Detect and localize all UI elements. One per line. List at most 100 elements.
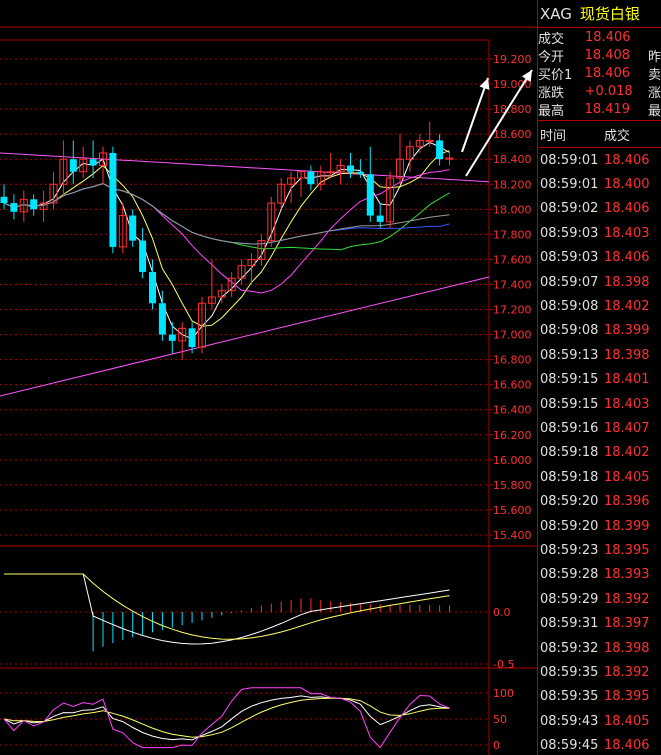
candle-body-down [10,203,18,212]
tick-row: 08:59:28 18.393 [538,563,661,587]
tick-time: 08:59:02 [540,201,599,217]
tick-row: 08:59:02 18.406 [538,197,661,221]
quote-label: 今开 [538,49,565,65]
y-tick-label: 18.800 [493,103,532,116]
tick-price: 18.400 [604,177,650,193]
tick-time: 08:59:03 [540,225,599,241]
tick-row: 08:59:43 18.405 [538,709,661,733]
tick-row: 08:59:20 18.396 [538,489,661,513]
tick-time: 08:59:35 [540,689,599,705]
tick-row: 08:59:35 18.392 [538,660,661,684]
y-tick-label: 16.000 [493,454,532,467]
tick-price: 18.407 [604,420,650,436]
price-chart[interactable]: 19.20019.00018.80018.60018.40018.20018.0… [0,0,537,755]
tick-price: 18.405 [604,713,650,729]
tick-time: 08:59:29 [540,591,599,607]
tick-row: 08:59:45 18.406 [538,733,661,755]
tick-row: 08:59:32 18.398 [538,636,661,660]
kdj-panel: 100 50 0 [0,687,514,752]
y-tick-label: 19.200 [493,53,532,66]
y-tick-label: 17.200 [493,304,532,317]
tick-time: 08:59:31 [540,616,599,632]
candle-body-down [69,159,77,172]
kdj-tick-label: 100 [493,687,514,700]
quote-extra-label: 昨 [647,49,661,65]
tick-row: 08:59:03 18.406 [538,246,661,270]
y-tick-label: 15.800 [493,479,532,492]
chart-grid [0,26,537,755]
tick-time: 08:59:07 [540,274,599,290]
y-tick-label: 18.600 [493,128,532,141]
tick-time: 08:59:13 [540,347,599,363]
y-tick-label: 17.000 [493,329,532,342]
tick-price: 18.398 [604,274,650,290]
support-line [0,276,490,397]
y-tick-label: 17.400 [493,278,532,291]
ticks-header-price: 成交 [604,128,631,144]
candle-body-down [356,171,364,175]
arrow-line [461,77,489,153]
kdj-j-line [3,687,450,749]
macd-dea-line [4,573,450,640]
tick-row: 08:59:23 18.395 [538,538,661,562]
candle-body-down [158,303,166,335]
y-tick-label: 16.400 [493,404,532,417]
y-tick-label: 16.200 [493,429,532,442]
tick-price: 18.399 [604,518,650,534]
tick-price: 18.405 [604,469,650,485]
tick-row: 08:59:15 18.403 [538,392,661,416]
candle-body-down [436,140,444,160]
candle-body-down [366,174,374,216]
quote-panel: XAG 现货白银 成交 18.406 今开 18.408 昨买价1 18.406 卖涨跌 +0… [537,0,661,755]
symbol-header: XAG 现货白银 [538,0,661,28]
tick-price: 18.402 [604,299,650,315]
symbol-name: 现货白银 [579,5,640,23]
macd-panel: 0.0 -0.5 [0,573,514,671]
tick-row: 08:59:16 18.407 [538,416,661,440]
tick-time: 08:59:28 [540,567,599,583]
tick-time: 08:59:01 [540,152,599,168]
candle-body-down [0,196,8,204]
tick-price: 18.399 [604,323,650,339]
candle-body-up [425,139,434,142]
tick-time: 08:59:03 [540,250,599,266]
macd-tick-label: 0.0 [493,606,511,619]
kdj-tick-label: 0 [493,739,500,752]
macd-dif-line [4,573,450,645]
quote-value: 18.408 [584,47,631,63]
tick-time: 08:59:18 [540,469,599,485]
quote-value: 18.406 [585,29,631,45]
tick-time: 08:59:32 [540,640,599,656]
macd-tick-label: -0.5 [493,658,514,671]
tick-time: 08:59:15 [540,372,599,388]
ticks-header-time: 时间 [540,128,567,144]
quote-label: 成交 [538,31,565,47]
tick-row: 08:59:08 18.399 [538,319,661,343]
tick-price: 18.397 [604,616,650,632]
tick-row: 08:59:29 18.392 [538,587,661,611]
tick-price: 18.392 [604,591,650,607]
tick-price: 18.392 [604,664,650,680]
quote-extra-label: 涨 [647,85,661,101]
y-tick-label: 18.200 [493,178,532,191]
candle-body-down [347,165,354,172]
tick-row: 08:59:15 18.401 [538,368,661,392]
tick-time: 08:59:45 [540,738,599,754]
ticks-list[interactable]: 08:59:01 18.406 08:59:01 18.400 08:59:02 18.4… [538,148,661,755]
tick-row: 08:59:35 18.395 [538,685,661,709]
tick-row: 08:59:07 18.398 [538,270,661,294]
quote-row: 涨跌 +0.018 涨 [538,82,661,101]
tick-row: 08:59:18 18.402 [538,441,661,465]
tick-time: 08:59:16 [540,420,599,436]
tick-price: 18.395 [604,689,650,705]
candle-body-down [149,271,156,304]
quote-box: 成交 18.406 今开 18.408 昨买价1 18.406 卖涨跌 +0.018 涨最高 18… [538,28,661,121]
quote-row: 成交 18.406 [538,28,661,47]
tick-price: 18.402 [604,445,650,461]
tick-price: 18.406 [604,250,650,266]
quote-label: 买价1 [538,67,573,83]
quote-label: 最高 [538,103,565,119]
candle-body-down [376,215,384,222]
tick-row: 08:59:08 18.402 [538,294,661,318]
tick-price: 18.401 [604,372,650,388]
